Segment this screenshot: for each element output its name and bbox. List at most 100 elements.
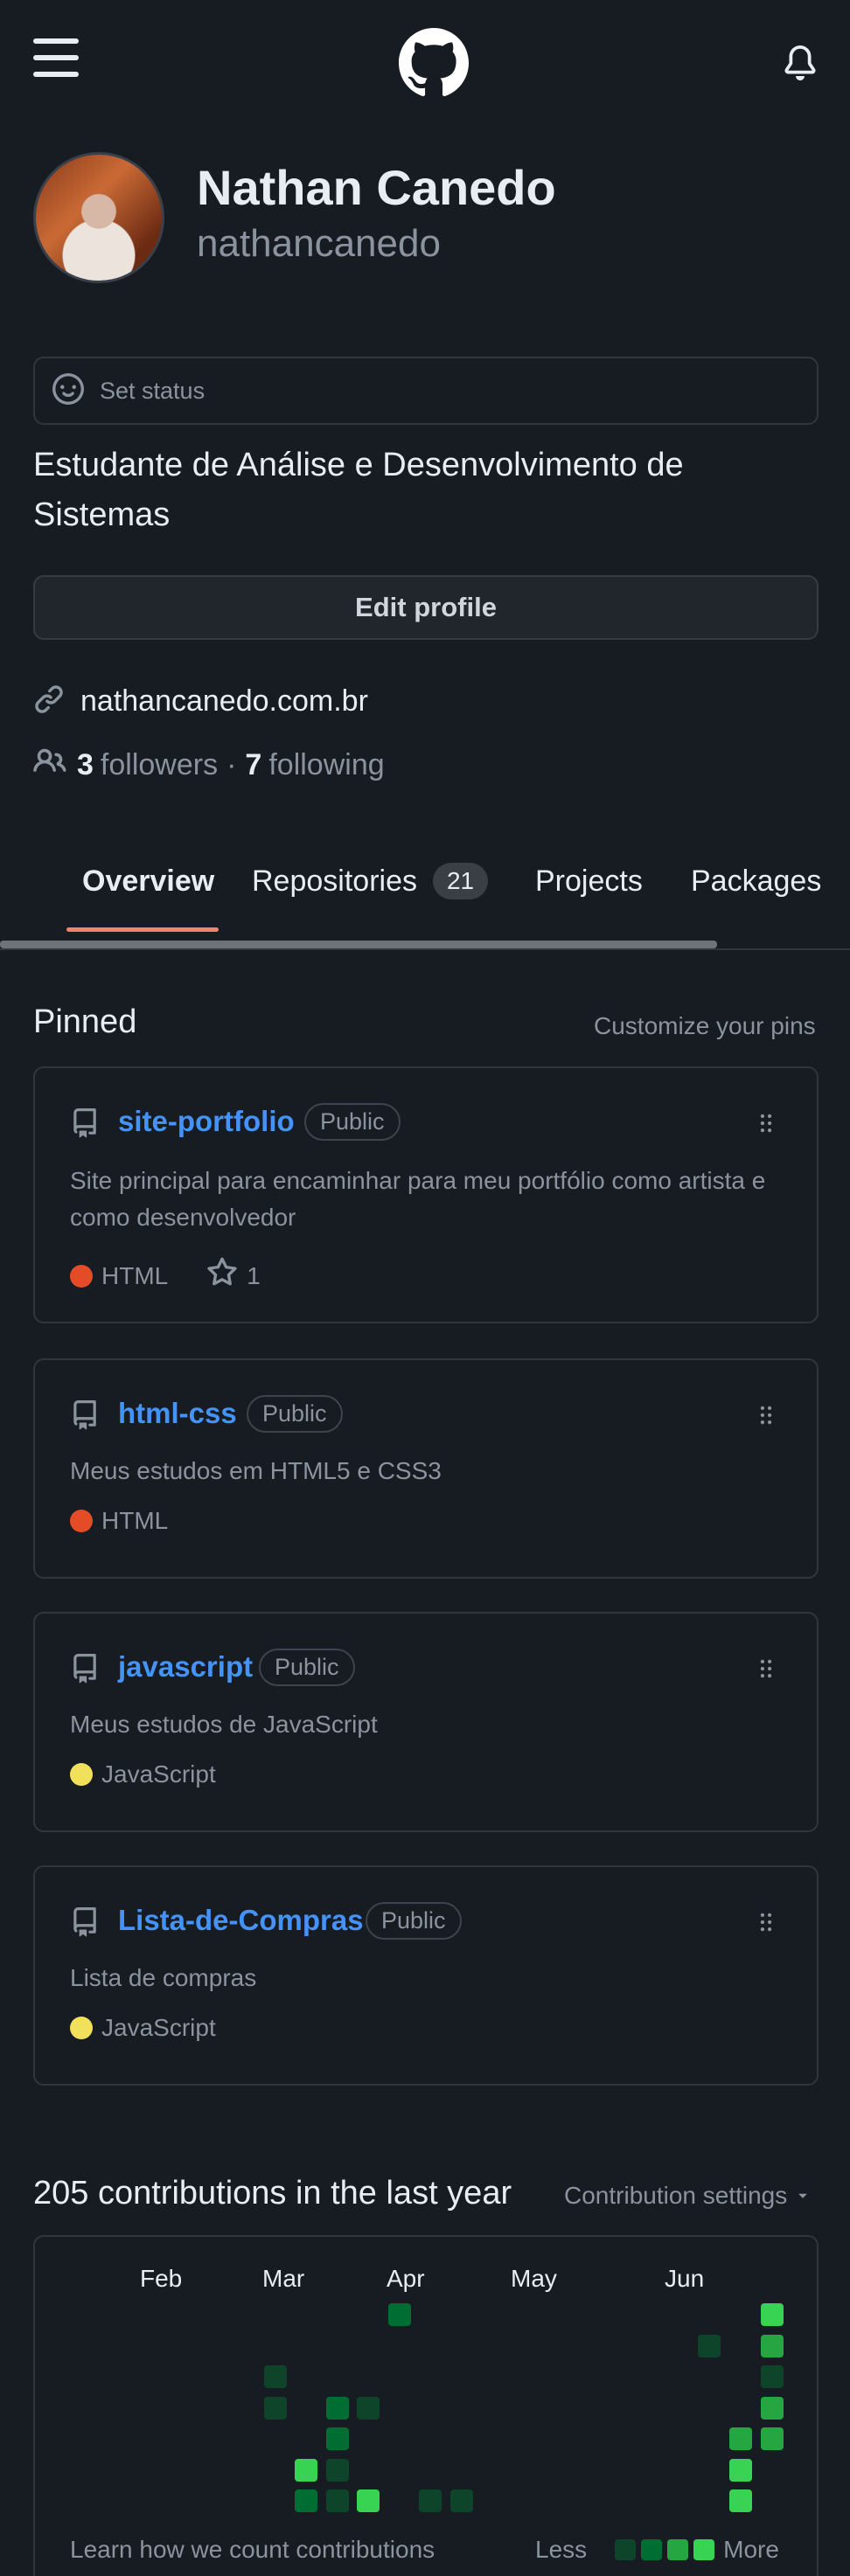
repo-meta: JavaScript — [70, 1760, 216, 1788]
following-label: following — [268, 748, 385, 781]
tab-label: Projects — [535, 864, 643, 898]
pinned-repo-card: javascript Public Meus estudos de JavaSc… — [33, 1612, 819, 1832]
repo-language: HTML — [101, 1261, 169, 1289]
following-count: 7 — [245, 748, 262, 781]
link-icon — [33, 684, 65, 719]
repo-language: JavaScript — [101, 2014, 216, 2041]
legend-swatch — [693, 2539, 715, 2560]
profile-bio: Estudante de Análise e Desenvolvimento d… — [33, 447, 684, 533]
repositories-counter: 21 — [432, 863, 489, 899]
grabber-icon[interactable] — [757, 1404, 775, 1427]
repo-description: Meus estudos de JavaScript — [70, 1711, 378, 1738]
customize-pins-link[interactable]: Customize your pins — [594, 1012, 816, 1040]
month-label: Mar — [262, 2265, 305, 2292]
repo-name-link[interactable]: html-css — [118, 1397, 237, 1430]
legend-less-label: Less — [535, 2536, 588, 2563]
star-icon — [206, 1257, 238, 1295]
star-count: 1 — [247, 1261, 261, 1289]
active-tab-indicator — [66, 927, 219, 932]
contribution-cell[interactable] — [761, 2397, 784, 2420]
hamburger-icon-bar — [33, 72, 79, 77]
contribution-cell[interactable] — [729, 2459, 752, 2482]
contribution-legend: Less More — [535, 2536, 779, 2564]
repo-description: Site principal para encaminhar para meu … — [70, 1167, 766, 1231]
legend-swatch — [667, 2539, 689, 2560]
contribution-settings-button[interactable]: Contribution settings — [564, 2182, 812, 2210]
learn-contributions-link[interactable]: Learn how we count contributions — [70, 2536, 435, 2564]
language-color-dot — [70, 1264, 93, 1288]
contributions-heading: 205 contributions in the last year — [33, 2175, 512, 2211]
contribution-cell[interactable] — [761, 2303, 784, 2326]
tab-repositories[interactable]: Repositories 21 — [252, 848, 489, 914]
language-color-dot — [70, 1763, 93, 1786]
contribution-cell[interactable] — [388, 2303, 411, 2326]
followers-count: 3 — [77, 748, 94, 781]
repo-description: Lista de compras — [70, 1964, 257, 1991]
repo-icon — [70, 1654, 100, 1688]
followers-link[interactable]: 3 followers — [66, 748, 218, 782]
repo-meta: HTML 1 — [70, 1257, 261, 1295]
language-color-dot — [70, 1510, 93, 1532]
pinned-repo-card: site-portfolio Public Site principal par… — [33, 1066, 819, 1323]
repo-meta: JavaScript — [70, 2014, 216, 2042]
hamburger-icon-bar — [33, 55, 79, 60]
repo-name-link[interactable]: site-portfolio — [118, 1105, 295, 1138]
contribution-cell[interactable] — [761, 2427, 784, 2450]
stars-link[interactable]: 1 — [206, 1257, 261, 1295]
grabber-icon[interactable] — [757, 1911, 775, 1934]
repo-language: HTML — [101, 1507, 169, 1534]
tabs-scrollbar[interactable] — [0, 941, 717, 948]
repo-name-link[interactable]: Lista-de-Compras — [118, 1904, 364, 1937]
contribution-cell[interactable] — [729, 2427, 752, 2450]
hamburger-icon — [33, 38, 79, 44]
contribution-cell[interactable] — [357, 2489, 380, 2512]
website-link[interactable]: nathancanedo.com.br — [80, 684, 368, 719]
contribution-cell[interactable] — [419, 2489, 442, 2512]
set-status-button[interactable]: Set status — [33, 357, 819, 425]
contribution-cell[interactable] — [264, 2365, 287, 2388]
repo-name-link[interactable]: javascript — [118, 1650, 253, 1684]
contribution-cell[interactable] — [729, 2489, 752, 2512]
contribution-cell[interactable] — [761, 2335, 784, 2357]
grabber-icon[interactable] — [757, 1657, 775, 1680]
profile-username: nathancanedo — [197, 222, 441, 265]
contribution-cell[interactable] — [326, 2489, 349, 2512]
contribution-cell[interactable] — [698, 2335, 721, 2357]
tab-projects[interactable]: Projects — [535, 848, 643, 914]
pinned-heading: Pinned — [33, 1003, 137, 1040]
follow-stats: 3 followers · 7 following — [33, 745, 385, 786]
followers-label: followers — [100, 748, 219, 781]
tab-label: Repositories — [252, 864, 417, 898]
repo-icon — [70, 1400, 100, 1434]
legend-swatch — [641, 2539, 663, 2560]
legend-swatch — [615, 2539, 637, 2560]
month-label: Apr — [387, 2265, 425, 2292]
menu-button[interactable] — [33, 38, 82, 77]
contribution-cell[interactable] — [295, 2459, 317, 2482]
tab-overview[interactable]: Overview — [82, 848, 214, 914]
edit-profile-button[interactable]: Edit profile — [33, 575, 819, 640]
contribution-cell[interactable] — [357, 2397, 380, 2420]
contribution-cell[interactable] — [295, 2489, 317, 2512]
bell-icon[interactable] — [783, 44, 818, 82]
contribution-cell[interactable] — [326, 2397, 349, 2420]
legend-more-label: More — [723, 2536, 779, 2563]
follow-separator: · — [226, 748, 237, 781]
website-row: nathancanedo.com.br — [33, 684, 368, 719]
visibility-badge: Public — [247, 1395, 343, 1433]
following-link[interactable]: 7 following — [245, 748, 384, 782]
contribution-cell[interactable] — [326, 2459, 349, 2482]
pinned-repo-card: html-css Public Meus estudos em HTML5 e … — [33, 1358, 819, 1579]
contribution-cell[interactable] — [264, 2397, 287, 2420]
contribution-cell[interactable] — [326, 2427, 349, 2450]
contribution-cell[interactable] — [761, 2365, 784, 2388]
tabs-divider — [0, 948, 850, 950]
people-icon — [33, 745, 66, 786]
tab-packages[interactable]: Packages — [691, 848, 821, 914]
tab-label: Packages — [691, 864, 822, 898]
grabber-icon[interactable] — [757, 1112, 775, 1135]
avatar[interactable] — [33, 152, 164, 283]
profile-name: Nathan Canedo — [197, 160, 556, 215]
contribution-cell[interactable] — [450, 2489, 473, 2512]
github-logo-icon[interactable] — [399, 28, 469, 98]
